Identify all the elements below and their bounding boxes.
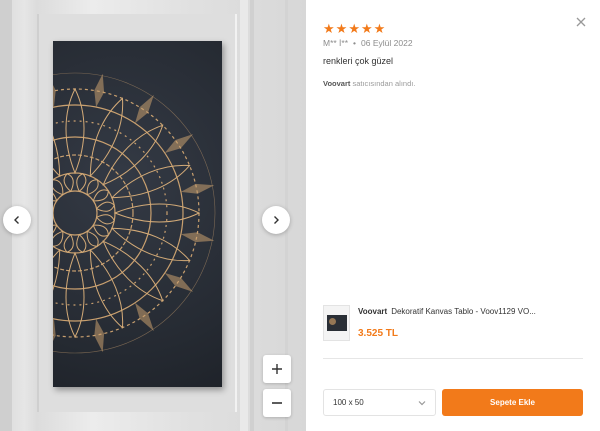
size-select[interactable]: 100 x 50 xyxy=(323,389,436,416)
plus-icon xyxy=(272,364,282,374)
review-meta: M** İ** • 06 Eylül 2022 xyxy=(323,38,413,48)
mandala-graphic xyxy=(53,72,216,354)
review-detail-panel: ★ ★ ★ ★ ★ M** İ** • 06 Eylül 2022 renkle… xyxy=(306,0,600,431)
add-to-cart-button[interactable]: Sepete Ekle xyxy=(442,389,583,416)
review-date: 06 Eylül 2022 xyxy=(361,38,413,48)
product-thumbnail[interactable] xyxy=(323,305,350,341)
review-photo xyxy=(0,0,306,431)
product-name: Dekoratif Kanvas Tablo - Voov1129 VO... xyxy=(391,307,536,316)
review-image-modal: ★ ★ ★ ★ ★ M** İ** • 06 Eylül 2022 renkle… xyxy=(0,0,600,431)
wall-panel xyxy=(250,0,254,431)
star-icon: ★ xyxy=(360,21,373,36)
product-brand: Voovart xyxy=(358,307,388,316)
chevron-right-icon xyxy=(274,216,279,224)
size-value: 100 x 50 xyxy=(333,398,364,407)
chevron-down-icon xyxy=(418,401,426,406)
divider xyxy=(323,358,583,359)
next-image-button[interactable] xyxy=(262,206,290,234)
separator-dot: • xyxy=(353,38,357,48)
star-icon: ★ xyxy=(348,21,360,36)
review-author: M** İ** xyxy=(323,38,349,48)
review-comment: renkleri çok güzel xyxy=(323,56,394,66)
star-rating: ★ ★ ★ ★ ★ xyxy=(323,22,385,35)
zoom-in-button[interactable] xyxy=(263,355,291,383)
minus-icon xyxy=(272,402,282,404)
chevron-left-icon xyxy=(14,216,19,224)
seller-name: Voovart xyxy=(323,79,351,88)
previous-image-button[interactable] xyxy=(3,206,31,234)
product-price: 3.525 TL xyxy=(358,328,399,339)
zoom-out-button[interactable] xyxy=(263,389,291,417)
seller-note: Voovart satıcısından alındı. xyxy=(323,79,415,88)
close-button[interactable] xyxy=(574,15,588,29)
product-title[interactable]: Voovart Dekoratif Kanvas Tablo - Voov1129… xyxy=(358,307,578,316)
wall-panel xyxy=(240,0,248,431)
star-icon: ★ xyxy=(323,21,335,36)
product-card[interactable]: Voovart Dekoratif Kanvas Tablo - Voov1129… xyxy=(323,305,583,349)
seller-note-text: satıcısından alındı. xyxy=(350,79,416,88)
close-icon xyxy=(576,17,586,27)
star-icon: ★ xyxy=(335,21,348,36)
star-icon: ★ xyxy=(373,21,386,36)
mandala-canvas-artwork xyxy=(53,41,222,387)
